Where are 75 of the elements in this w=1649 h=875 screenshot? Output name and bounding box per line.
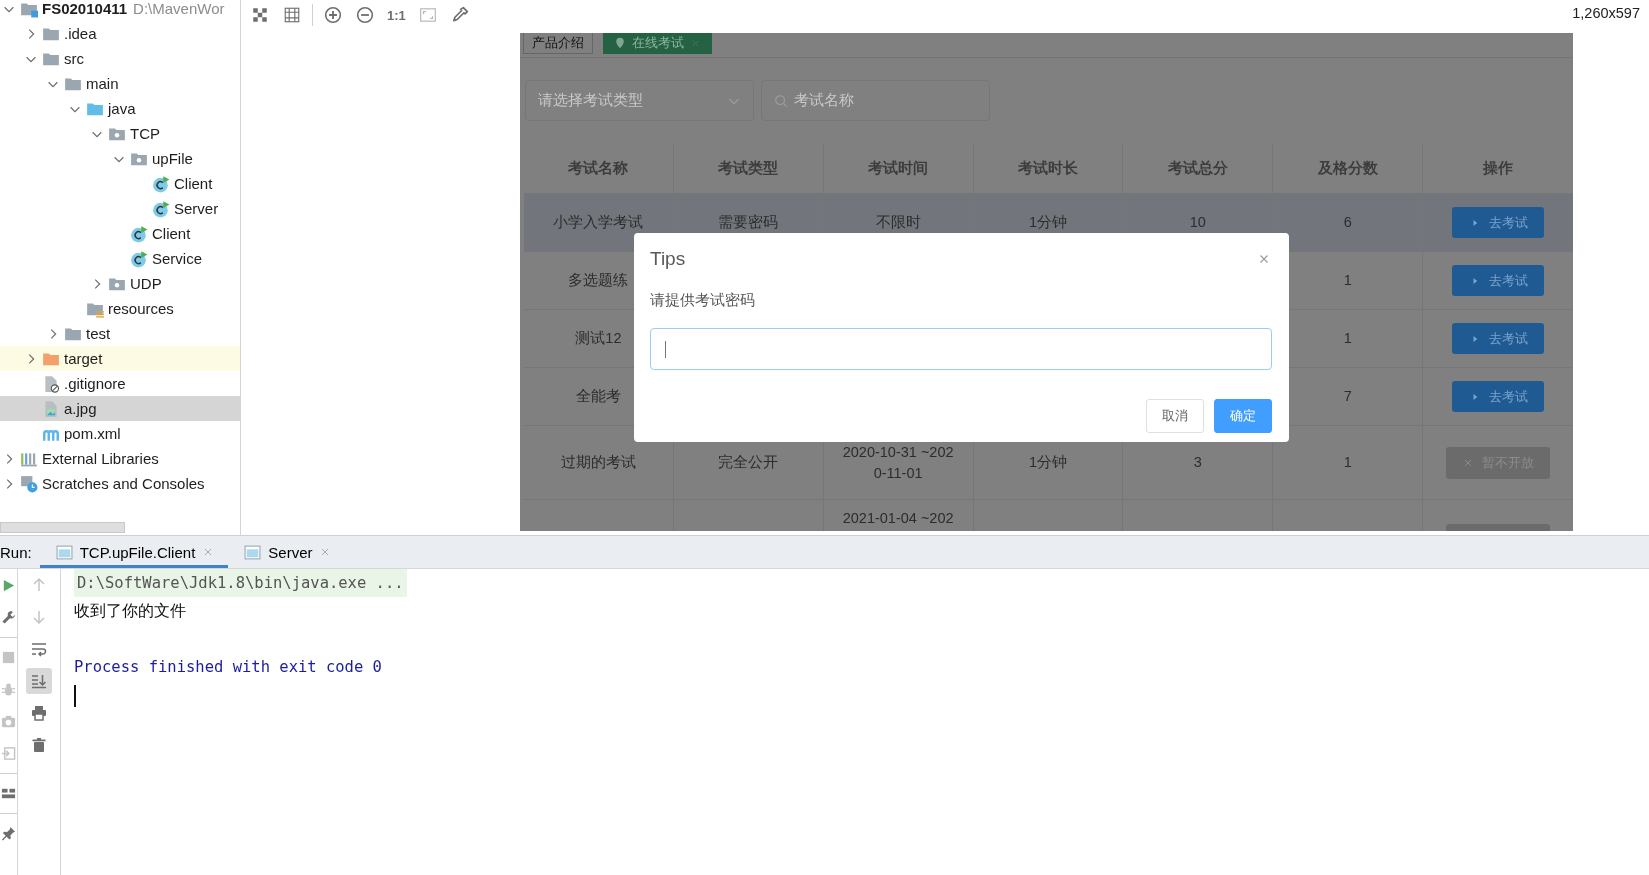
tree-item[interactable]: Client [0,171,240,196]
dialog-message: 请提供考试密码 [650,290,755,310]
table-cell-text: 2020-10-31 ~202 0-11-01 [842,442,954,483]
table-cell-text: 1 [1343,453,1352,472]
folder-icon [20,0,38,18]
class-icon [152,174,170,193]
console-icon [55,543,73,561]
class-icon [130,224,148,243]
tree-item[interactable]: .idea [0,21,240,46]
run-icon[interactable] [1,577,16,593]
tree-item[interactable]: upFile [0,146,240,171]
console-icon [244,543,262,561]
tree-item[interactable]: Service [0,246,240,271]
table-cell-text: 多选题练 [568,271,629,290]
table-cell-text: 1 [1343,329,1352,348]
exit-message: Process finished with exit code 0 [74,658,382,676]
column-header: 考试名称 [568,159,629,178]
search-icon [774,93,788,108]
table-cell-text: 1分钟 [1028,213,1068,232]
table-cell-text: 需要密码 [718,213,779,232]
column-header: 考试总分 [1167,159,1228,178]
image-file-icon [42,399,60,418]
table-cell-text: 小学入学考试 [553,213,644,232]
table-cell-text: 全能考 [575,387,621,406]
tree-item[interactable]: main [0,71,240,96]
table-cell-text: 10 [1189,213,1206,232]
column-header: 操作 [1483,159,1514,178]
table-cell-text: 过期的考试 [560,453,636,472]
tree-item[interactable]: test [0,321,240,346]
scroll-down-icon[interactable] [26,668,52,694]
column-header: 考试时间 [868,159,929,178]
tree-item[interactable]: TCP [0,121,240,146]
table-cell-text: 3 [1193,453,1202,472]
run-label: Run: [0,543,32,561]
tree-item[interactable]: src [0,46,240,71]
pin-icon[interactable] [1,825,16,841]
table-cell-text: 不限时 [875,213,921,232]
table-cell-text: 2021-01-04 ~202 [842,509,954,528]
table-cell-text: 1分钟 [1028,453,1068,472]
dialog-title: Tips [650,248,686,270]
tree-item[interactable]: External Libraries [0,446,240,471]
tree-item[interactable]: pom.xml [0,421,240,446]
tree-item[interactable]: UDP [0,271,240,296]
cancel-button[interactable]: 取消 [1146,399,1204,433]
page-tab[interactable]: 产品介绍 [523,33,593,54]
password-field[interactable] [650,328,1272,370]
tree-item[interactable]: FS02010411 D:\MavenWor [0,0,240,21]
scrollbar[interactable] [0,522,125,533]
wrench-icon[interactable] [1,609,16,625]
table-cell-text: 6 [1343,213,1352,232]
tree-item[interactable]: resources [0,296,240,321]
tree-item[interactable]: Server [0,196,240,221]
table-cell-text: 测试12 [575,329,622,348]
table-cell-text: 7 [1343,387,1352,406]
class-icon [130,249,148,268]
location-pin-icon [614,37,626,49]
tree-item[interactable]: a.jpg [0,396,240,421]
column-header: 及格分数 [1317,159,1378,178]
run-tab[interactable]: Server [228,536,346,568]
text-cursor [74,684,76,707]
actual-size-button[interactable]: 1:1 [385,3,408,27]
class-icon [152,199,170,218]
image-size-label: 1,260x597 [1572,5,1641,21]
table-cell-text: 1 [1343,271,1352,290]
tree-item[interactable]: java [0,96,240,121]
tree-item[interactable]: .gitignore [0,371,240,396]
tree-item[interactable]: Client [0,221,240,246]
column-header: 考试类型 [718,159,779,178]
table-cell-text: 完全公开 [718,453,779,472]
scratch-icon [20,474,38,493]
tree-item[interactable]: target [0,346,240,371]
output-line: 收到了你的文件 [74,602,186,620]
tree-item[interactable]: Scratches and Consoles [0,471,240,496]
column-header: 考试时长 [1018,159,1078,178]
file-icon [42,374,60,393]
